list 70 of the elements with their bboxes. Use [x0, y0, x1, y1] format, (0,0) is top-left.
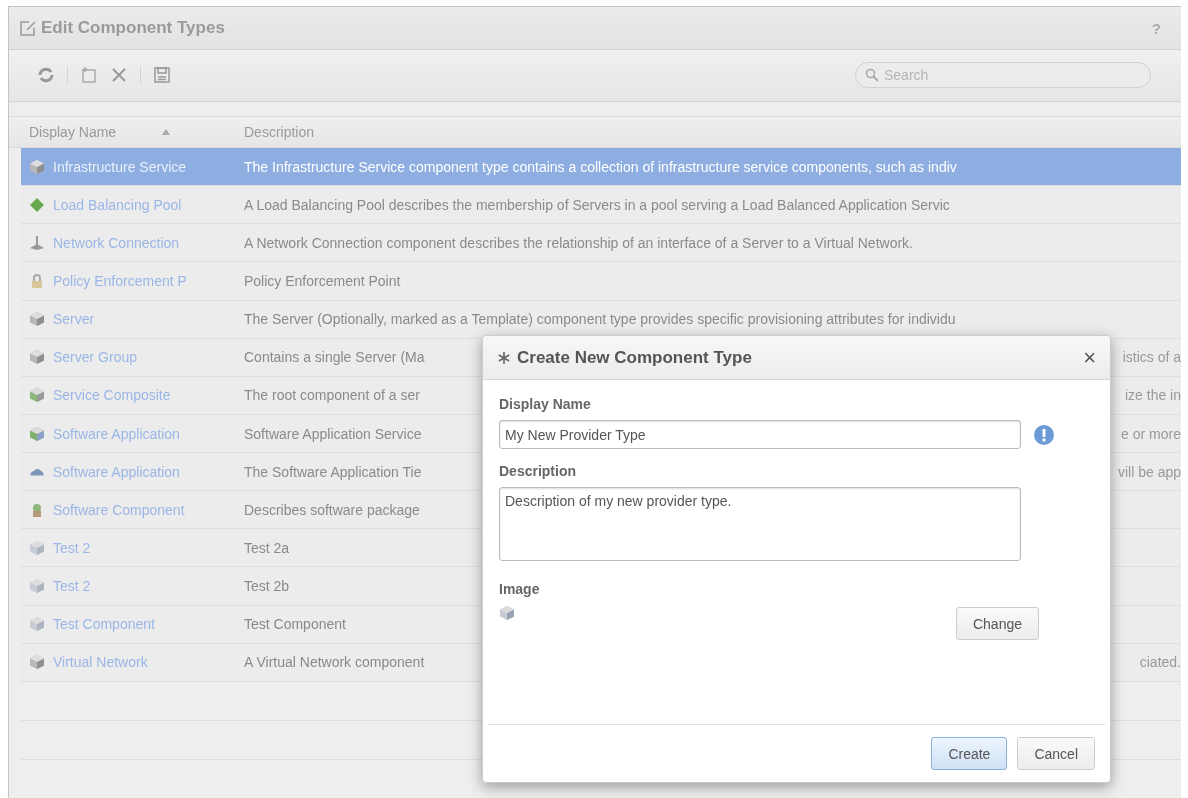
component-name: Infrastructure Service — [53, 158, 187, 175]
component-description: ciated. — [1139, 654, 1181, 671]
component-description: Test Component — [244, 616, 346, 633]
edit-icon — [19, 19, 37, 37]
component-name: Server — [53, 311, 95, 328]
field-label: Display Name — [499, 396, 592, 412]
component-description: The Infrastructure Service component type contains a collection of infrastructure service components, such as indiv — [244, 158, 957, 175]
network-icon — [29, 234, 45, 251]
component-name: Policy Enforcement P — [53, 273, 187, 289]
component-description: Policy Enforcement Point — [244, 273, 401, 289]
sort-ascending-icon — [162, 128, 171, 135]
close-button[interactable]: × — [1083, 344, 1096, 371]
component-name: Service Composite — [53, 387, 171, 404]
component-name: Test 2 — [53, 578, 91, 594]
component-name: Network Connection — [53, 234, 180, 251]
component-description: e or more — [1121, 425, 1181, 442]
component-description: Describes software package — [244, 501, 420, 518]
help-button[interactable]: ? — [1151, 19, 1161, 37]
change-button[interactable]: Change — [955, 607, 1039, 640]
component-description: A Network Connection component describes the relationship of an interface of a Server to a Virtual Network. — [244, 234, 913, 251]
cube-icon — [29, 311, 45, 328]
component-description: A Load Balancing Pool describes the membership of Servers in a pool serving a Load Balanced Application Servic — [244, 196, 950, 213]
cube-icon — [29, 349, 45, 366]
component-description: Test 2b — [244, 578, 290, 594]
cube-icon — [29, 539, 45, 556]
diamond-icon — [29, 196, 45, 213]
dialog-button[interactable]: Cancel — [1017, 737, 1095, 770]
table-row[interactable]: Infrastructure Service The Infrastructure Service component type contains a collection of infrastructure service components, such as indiv — [21, 148, 1181, 187]
lock-icon — [29, 273, 45, 289]
component-name: Test 2 — [53, 539, 91, 556]
component-description: The root component of a ser — [244, 387, 420, 404]
cube-icon — [29, 616, 45, 633]
component-name: Server Group — [53, 349, 138, 366]
window-title: Edit Component Types — [41, 18, 226, 38]
column-header[interactable]: Description — [244, 123, 315, 140]
component-name: Software Application — [53, 425, 180, 442]
component-description: The Server (Optionally, marked as a Template) component type provides specific provisioning attributes for individu — [244, 311, 956, 328]
component-name: Software Application — [53, 463, 180, 480]
component-description: Software Application Service — [244, 425, 422, 442]
cube-icon — [29, 578, 45, 594]
column-header[interactable]: Display Name — [29, 123, 117, 140]
new-icon[interactable] — [80, 66, 98, 85]
cloud-icon — [29, 467, 45, 477]
component-name: Load Balancing Pool — [53, 196, 182, 213]
cube-icon — [29, 425, 45, 442]
component-name: Software Component — [53, 501, 185, 518]
search-field[interactable]: Search — [855, 62, 1151, 89]
save-icon[interactable] — [153, 66, 171, 85]
dialog-title: Create New Component Type — [517, 347, 753, 368]
component-description: Contains a single Server (Ma — [244, 349, 425, 366]
dialog-button[interactable]: Create — [931, 737, 1008, 770]
refresh-icon[interactable] — [37, 66, 55, 85]
cube-icon — [29, 654, 45, 671]
description-field[interactable]: Description of my new provider type. — [499, 487, 1021, 561]
component-name: Test Component — [53, 616, 155, 633]
component-description: istics of a — [1122, 349, 1181, 366]
field-label: Image — [499, 581, 541, 597]
component-description: ize the in — [1124, 387, 1181, 404]
field-label: Description — [499, 463, 577, 479]
cube-icon — [499, 605, 515, 621]
component-name: Virtual Network — [53, 654, 148, 671]
display-name-field[interactable]: My New Provider Type — [499, 420, 1021, 449]
component-description: The Software Application Tie — [244, 463, 422, 480]
search-icon — [865, 68, 879, 83]
cube-icon — [29, 158, 45, 175]
component-description: vill be app — [1117, 463, 1181, 480]
component-description: Test 2a — [244, 539, 290, 556]
component-description: A Virtual Network component — [244, 654, 425, 671]
asterisk-icon — [497, 350, 511, 365]
cube-icon — [29, 387, 45, 404]
